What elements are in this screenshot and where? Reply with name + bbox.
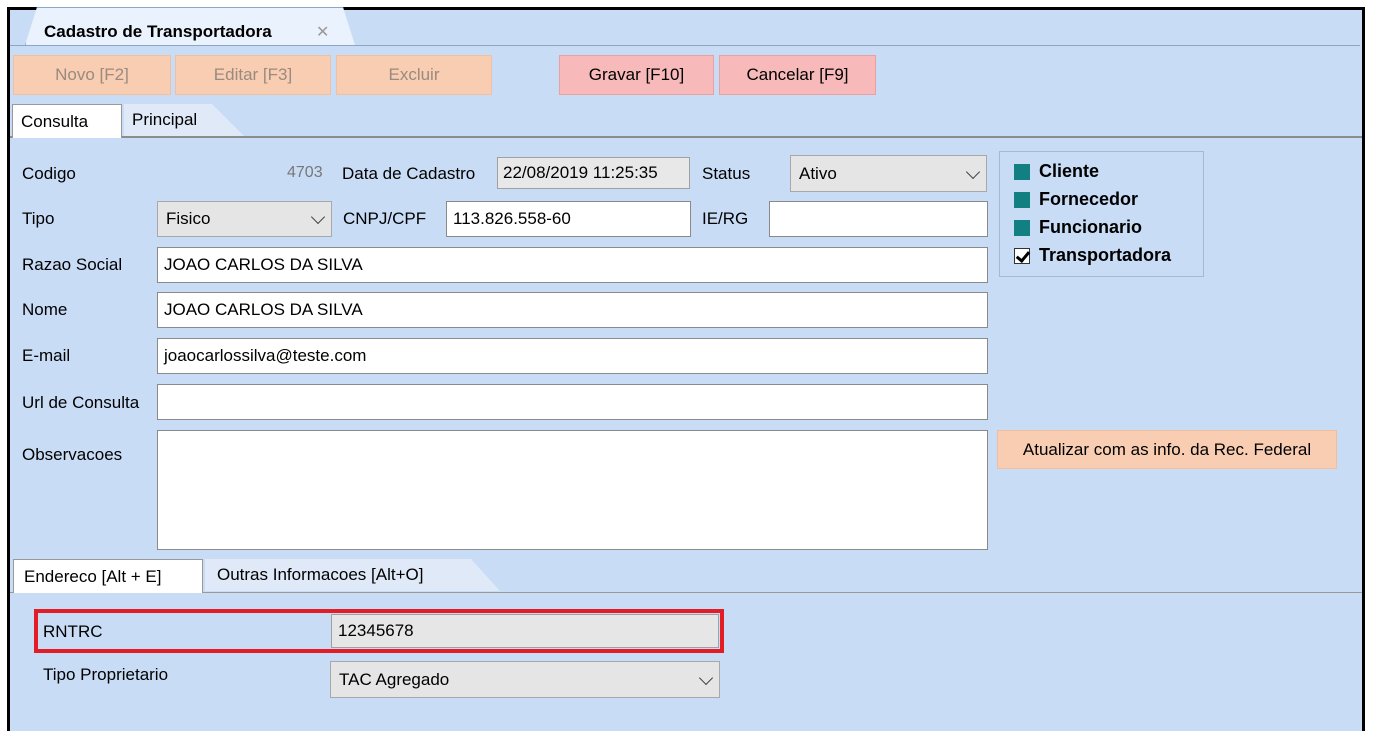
close-icon[interactable]: ✕: [316, 22, 329, 42]
status-value: Ativo: [799, 163, 837, 183]
tab-consulta-label: Consulta: [21, 111, 89, 131]
data-cadastro-value: 22/08/2019 11:25:35: [503, 163, 658, 182]
url-input[interactable]: [157, 384, 988, 420]
codigo-label: Codigo: [22, 164, 76, 183]
checkbox-cliente-box[interactable]: [1014, 163, 1030, 180]
checkbox-transportadora-box[interactable]: [1014, 247, 1030, 264]
excluir-button[interactable]: Excluir: [336, 55, 492, 95]
tipo-proprietario-value: TAC Agregado: [339, 669, 450, 689]
checkbox-fornecedor-box[interactable]: [1014, 191, 1030, 208]
email-value: joaocarlossilva@teste.com: [164, 346, 367, 365]
tipo-value: Fisico: [166, 209, 211, 228]
status-select[interactable]: Ativo: [790, 155, 987, 192]
novo-button[interactable]: Novo [F2]: [13, 55, 171, 95]
tipo-proprietario-select[interactable]: TAC Agregado: [330, 661, 720, 698]
cnpj-value: 113.826.558-60: [453, 209, 571, 228]
status-label: Status: [702, 164, 751, 183]
cancelar-button[interactable]: Cancelar [F9]: [719, 55, 876, 95]
codigo-value: 4703: [287, 164, 323, 181]
chevron-down-icon: [965, 164, 981, 179]
sub-tabs-line: [10, 592, 1362, 593]
checkbox-transportadora[interactable]: Transportadora: [1014, 245, 1171, 266]
iedrg-input[interactable]: [769, 201, 988, 237]
chevron-down-icon: [310, 209, 326, 225]
cnpj-input[interactable]: 113.826.558-60: [446, 201, 691, 237]
tab-endereco[interactable]: Endereco [Alt + E]: [13, 559, 203, 593]
checkbox-funcionario-label: Funcionario: [1039, 217, 1142, 237]
chevron-down-icon: [698, 670, 714, 685]
atualizar-rec-federal-button[interactable]: Atualizar com as info. da Rec. Federal: [997, 430, 1337, 469]
razao-social-input[interactable]: JOAO CARLOS DA SILVA: [157, 247, 988, 283]
checkbox-fornecedor[interactable]: Fornecedor: [1014, 189, 1138, 210]
tipo-label: Tipo: [22, 209, 55, 228]
editar-button[interactable]: Editar [F3]: [175, 55, 331, 95]
checkbox-cliente-label: Cliente: [1039, 161, 1100, 181]
tab-consulta[interactable]: Consulta: [12, 104, 122, 138]
url-label: Url de Consulta: [22, 393, 140, 412]
tipo-proprietario-label: Tipo Proprietario: [43, 665, 169, 684]
checkbox-fornecedor-label: Fornecedor: [1039, 189, 1139, 209]
page-tabs-line: [10, 136, 1362, 138]
gravar-button[interactable]: Gravar [F10]: [559, 55, 714, 95]
checkbox-funcionario[interactable]: Funcionario: [1014, 217, 1142, 238]
nome-value: JOAO CARLOS DA SILVA: [164, 300, 363, 319]
tab-outras-label: Outras Informacoes [Alt+O]: [217, 565, 424, 584]
data-cadastro-field: 22/08/2019 11:25:35: [497, 157, 690, 189]
checkbox-transportadora-label: Transportadora: [1039, 245, 1172, 265]
tab-outras-informacoes[interactable]: Outras Informacoes [Alt+O]: [205, 559, 500, 591]
tab-endereco-label: Endereco [Alt + E]: [24, 566, 162, 586]
tipo-select[interactable]: Fisico: [157, 201, 332, 237]
razao-label: Razao Social: [22, 255, 123, 274]
email-label: E-mail: [22, 346, 71, 365]
highlight-box: [34, 609, 724, 653]
document-tab-title: Cadastro de Transportadora: [44, 22, 272, 41]
iedrg-label: IE/RG: [702, 209, 749, 228]
checkbox-cliente[interactable]: Cliente: [1014, 161, 1099, 182]
observacoes-label: Observacoes: [22, 445, 123, 464]
tab-principal-label: Principal: [132, 110, 198, 129]
tab-divider: [10, 45, 1360, 46]
razao-value: JOAO CARLOS DA SILVA: [164, 255, 363, 274]
cnpj-label: CNPJ/CPF: [343, 209, 427, 228]
checkbox-funcionario-box[interactable]: [1014, 219, 1030, 236]
nome-input[interactable]: JOAO CARLOS DA SILVA: [157, 292, 988, 328]
observacoes-textarea[interactable]: [157, 430, 988, 550]
nome-label: Nome: [22, 300, 68, 319]
email-input[interactable]: joaocarlossilva@teste.com: [157, 338, 988, 374]
data-cadastro-label: Data de Cadastro: [342, 164, 476, 183]
